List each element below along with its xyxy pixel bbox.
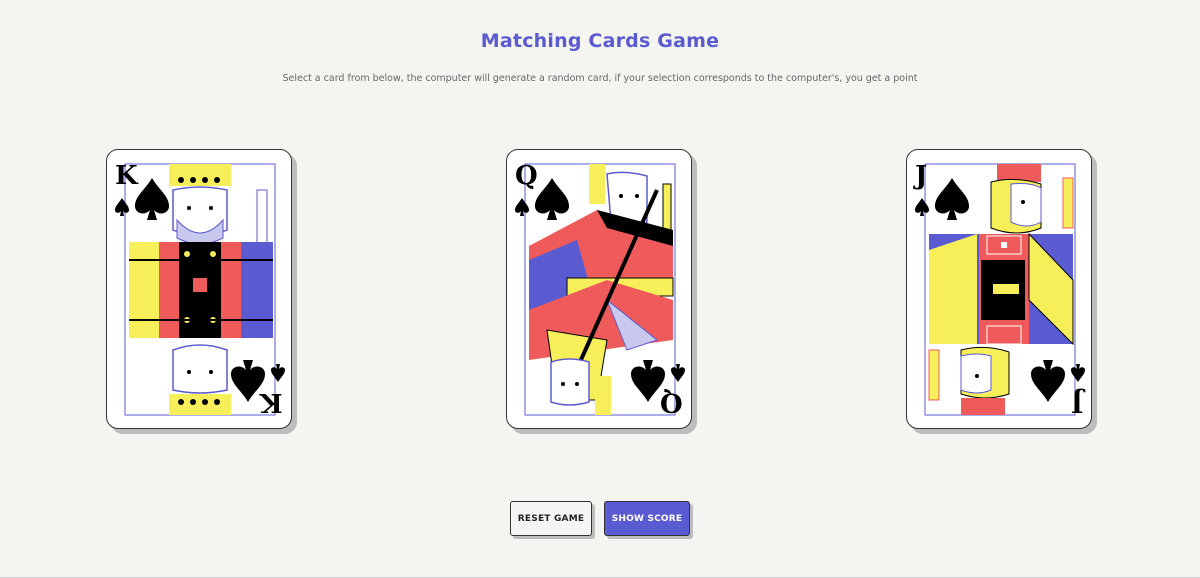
card-king-of-spades[interactable]: K K <box>106 149 292 429</box>
card-rank-top: Q <box>515 161 538 191</box>
page-subtitle: Select a card from below, the computer w… <box>282 73 918 84</box>
show-score-button[interactable]: SHOW SCORE <box>604 501 690 536</box>
card-rank-top: K <box>115 161 138 191</box>
card-queen-of-spades[interactable]: Q Q <box>506 149 692 429</box>
card-rank-bottom: Q <box>660 387 683 417</box>
card-rank-bottom: K <box>260 387 283 417</box>
card-rank-bottom: J <box>1070 387 1083 417</box>
reset-game-button[interactable]: RESET GAME <box>510 501 592 536</box>
jack-card-art <box>915 163 1085 416</box>
card-rank-top: J <box>915 161 928 191</box>
page-title: Matching Cards Game <box>480 30 720 52</box>
card-jack-of-spades[interactable]: J J <box>906 149 1092 429</box>
